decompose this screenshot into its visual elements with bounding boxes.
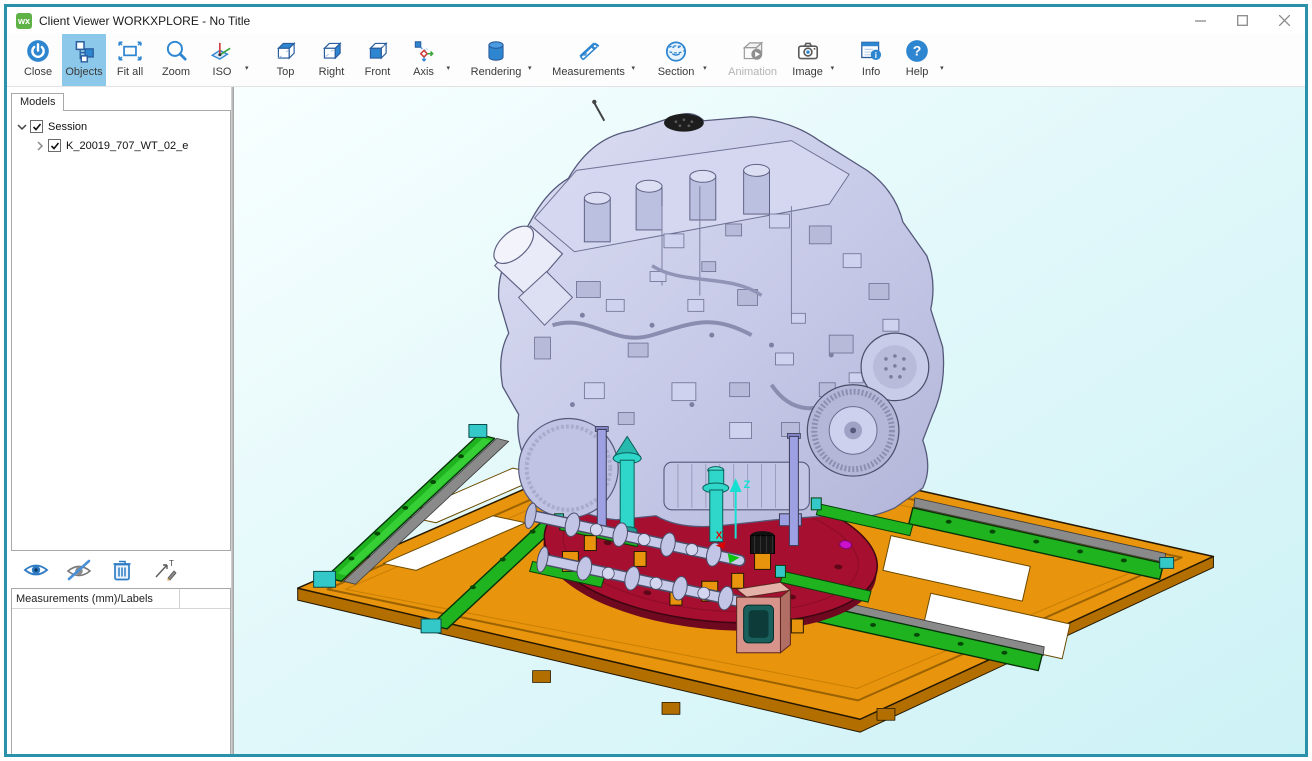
iso-axes-icon xyxy=(209,38,235,64)
model-tree: Session K_20019_707_WT_02_e xyxy=(11,110,231,551)
dropdown-caret-icon[interactable]: ▾ xyxy=(831,64,835,72)
maximize-button[interactable] xyxy=(1221,7,1263,34)
rendering-button[interactable]: Rendering xyxy=(465,34,527,86)
measurement-toolbar: T xyxy=(11,551,231,588)
animation-cube-icon xyxy=(740,38,766,64)
camera-icon xyxy=(795,38,821,64)
help-button[interactable]: ? Help xyxy=(895,34,939,86)
cube-top-icon xyxy=(273,38,299,64)
tree-item-model[interactable]: K_20019_707_WT_02_e xyxy=(14,136,228,155)
models-sidebar: Models Session xyxy=(7,87,231,754)
measurements-button[interactable]: Measurements xyxy=(547,34,631,86)
zoom-button[interactable]: Zoom xyxy=(154,34,198,86)
fit-all-icon xyxy=(117,38,143,64)
main-toolbar: Close Objects Fit all xyxy=(7,34,1305,87)
axis-button[interactable]: Axis xyxy=(402,34,446,86)
svg-text:Z: Z xyxy=(744,479,751,491)
info-button[interactable]: i Info xyxy=(849,34,893,86)
show-measurement-icon[interactable] xyxy=(23,558,49,582)
top-view-button[interactable]: Top xyxy=(264,34,308,86)
measurements-panel: Measurements (mm)/Labels xyxy=(11,588,231,754)
3d-viewport[interactable]: Z X xyxy=(234,87,1305,754)
magnifier-icon xyxy=(163,38,189,64)
svg-text:?: ? xyxy=(913,43,922,59)
measurements-list[interactable] xyxy=(12,609,230,754)
power-icon xyxy=(25,38,51,64)
application-window: wx Client Viewer WORKXPLORE - No Title C… xyxy=(4,4,1308,757)
dropdown-caret-icon[interactable]: ▾ xyxy=(528,64,532,72)
tab-models[interactable]: Models xyxy=(11,93,64,111)
svg-text:X: X xyxy=(716,531,723,542)
svg-text:i: i xyxy=(875,51,877,60)
animation-button: Animation xyxy=(722,34,784,86)
caliper-icon xyxy=(576,38,602,64)
measurements-header: Measurements (mm)/Labels xyxy=(12,589,230,609)
dropdown-caret-icon[interactable]: ▾ xyxy=(447,64,451,72)
delete-measurement-icon[interactable] xyxy=(109,558,135,582)
objects-button[interactable]: Objects xyxy=(62,34,106,86)
model-checkbox[interactable] xyxy=(48,139,61,152)
maximize-icon xyxy=(1237,15,1248,26)
measurements-header-label[interactable]: Measurements (mm)/Labels xyxy=(12,589,180,608)
cube-front-icon xyxy=(365,38,391,64)
tree-item-label[interactable]: Session xyxy=(48,121,87,133)
sidebar-tabstrip: Models xyxy=(11,89,231,110)
edit-label-icon[interactable]: T xyxy=(152,558,178,582)
section-button[interactable]: Section xyxy=(650,34,702,86)
close-window-button[interactable] xyxy=(1263,7,1305,34)
title-bar: wx Client Viewer WORKXPLORE - No Title xyxy=(7,7,1305,34)
dropdown-caret-icon[interactable]: ▾ xyxy=(632,64,636,72)
hide-measurement-icon[interactable] xyxy=(66,558,92,582)
image-button[interactable]: Image xyxy=(786,34,830,86)
close-icon xyxy=(1279,15,1290,26)
info-window-icon: i xyxy=(858,38,884,64)
session-checkbox[interactable] xyxy=(30,120,43,133)
objects-icon xyxy=(71,38,97,64)
section-sphere-icon xyxy=(663,38,689,64)
fit-all-button[interactable]: Fit all xyxy=(108,34,152,86)
minimize-button[interactable] xyxy=(1179,7,1221,34)
window-title: Client Viewer WORKXPLORE - No Title xyxy=(39,14,250,28)
right-view-button[interactable]: Right xyxy=(310,34,354,86)
dropdown-caret-icon[interactable]: ▾ xyxy=(703,64,707,72)
clamp-knob[interactable] xyxy=(751,531,775,569)
front-view-button[interactable]: Front xyxy=(356,34,400,86)
axis-icon xyxy=(411,38,437,64)
minimize-icon xyxy=(1195,15,1206,26)
tree-item-label[interactable]: K_20019_707_WT_02_e xyxy=(66,140,188,152)
cube-right-icon xyxy=(319,38,345,64)
dropdown-caret-icon[interactable]: ▾ xyxy=(245,64,249,72)
help-icon: ? xyxy=(904,38,930,64)
check-icon xyxy=(32,122,42,132)
svg-text:T: T xyxy=(169,559,174,568)
app-logo: wx xyxy=(16,13,32,29)
close-button[interactable]: Close xyxy=(16,34,60,86)
3d-scene: Z X xyxy=(234,87,1305,754)
iso-view-button[interactable]: ISO xyxy=(200,34,244,86)
check-icon xyxy=(50,141,60,151)
chevron-down-icon[interactable] xyxy=(14,121,30,133)
dropdown-caret-icon[interactable]: ▾ xyxy=(940,64,944,72)
chevron-right-icon[interactable] xyxy=(32,140,48,152)
cylinder-icon xyxy=(483,38,509,64)
tree-item-session[interactable]: Session xyxy=(14,117,228,136)
